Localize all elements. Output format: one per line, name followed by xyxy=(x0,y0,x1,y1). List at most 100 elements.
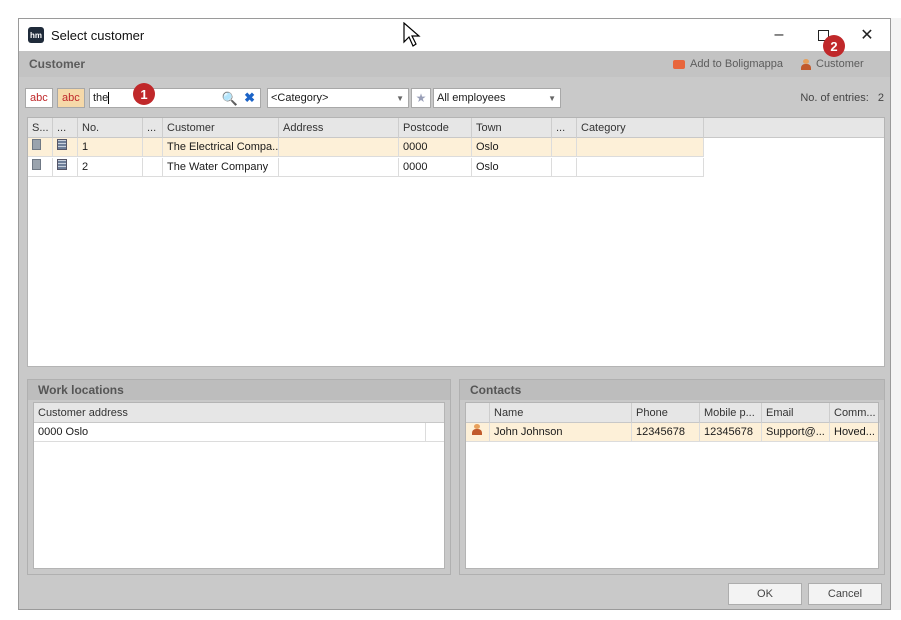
contacts-grid: Name Phone Mobile p... Email Comm... Joh… xyxy=(465,402,880,569)
category-select[interactable]: <Category> ▼ xyxy=(267,88,409,108)
minimize-button[interactable]: – xyxy=(757,19,801,51)
entries-value: 2 xyxy=(877,92,884,104)
abc-label: abc xyxy=(30,92,48,104)
status-cell xyxy=(28,158,53,177)
table-row[interactable]: 1 The Electrical Compa... 0000 Oslo xyxy=(28,138,704,157)
contacts-panel: Contacts Name Phone Mobile p... Email Co… xyxy=(459,379,885,575)
work-locations-grid: Customer address 0000 Oslo xyxy=(33,402,445,569)
type-cell xyxy=(53,138,78,157)
title-bar: hm Select customer – ✕ xyxy=(19,19,890,51)
search-mode-start-button[interactable]: abc xyxy=(25,88,53,108)
postcode-cell: 0000 xyxy=(399,138,472,157)
chevron-down-icon: ▼ xyxy=(396,94,404,103)
abc-label: abc xyxy=(62,92,80,104)
person-icon xyxy=(472,424,482,435)
section-title: Customer xyxy=(29,57,86,71)
chevron-down-icon: ▼ xyxy=(548,94,556,103)
search-icon[interactable]: 🔍 xyxy=(222,91,238,107)
name-cell: John Johnson xyxy=(490,423,632,442)
column-header-customer[interactable]: Customer xyxy=(163,118,279,138)
category-cell xyxy=(577,138,704,157)
document-icon xyxy=(32,139,41,150)
more-cell xyxy=(143,158,163,177)
column-header-customer-address[interactable]: Customer address xyxy=(34,403,444,423)
employees-select-value: All employees xyxy=(437,92,506,104)
customer-cell: The Electrical Compa... xyxy=(163,138,279,157)
work-locations-panel: Work locations Customer address 0000 Osl… xyxy=(27,379,451,575)
ok-button[interactable]: OK xyxy=(728,583,802,605)
column-header-mobile[interactable]: Mobile p... xyxy=(700,403,762,423)
postcode-cell: 0000 xyxy=(399,158,472,177)
customer-header: Customer Add to Boligmappa Customer xyxy=(19,51,890,77)
column-header-address[interactable]: Address xyxy=(279,118,399,138)
close-button[interactable]: ✕ xyxy=(845,19,889,51)
more-cell xyxy=(552,158,577,177)
more-cell xyxy=(143,138,163,157)
annotation-badge-2: 2 xyxy=(823,35,845,57)
folder-icon xyxy=(673,59,685,69)
add-to-boligmappa-button[interactable]: Add to Boligmappa xyxy=(673,58,783,70)
mobile-cell: 12345678 xyxy=(700,423,762,442)
favorite-button[interactable]: ★ xyxy=(411,88,431,108)
customer-address-cell: 0000 Oslo xyxy=(34,423,426,442)
entries-label: No. of entries: xyxy=(800,92,869,104)
column-header-status[interactable]: S... xyxy=(28,118,53,138)
mouse-cursor-icon xyxy=(403,22,421,47)
comment-cell: Hoved... xyxy=(830,423,880,442)
category-select-value: <Category> xyxy=(271,92,329,104)
app-logo-icon: hm xyxy=(28,27,44,43)
town-cell: Oslo xyxy=(472,158,552,177)
town-cell: Oslo xyxy=(472,138,552,157)
select-customer-dialog: hm Select customer – ✕ Customer Add to B… xyxy=(18,18,891,610)
cancel-button[interactable]: Cancel xyxy=(808,583,882,605)
grid-header: Name Phone Mobile p... Email Comm... xyxy=(466,403,880,423)
column-header-icon[interactable] xyxy=(466,403,490,423)
table-row[interactable]: 0000 Oslo xyxy=(34,423,444,442)
no-cell: 1 xyxy=(78,138,143,157)
more-cell xyxy=(552,138,577,157)
building-icon xyxy=(57,159,67,170)
employees-select[interactable]: All employees ▼ xyxy=(433,88,561,108)
background-edge xyxy=(891,18,901,610)
annotation-badge-1: 1 xyxy=(133,83,155,105)
document-icon xyxy=(32,159,41,170)
customer-cell: The Water Company xyxy=(163,158,279,177)
column-header-email[interactable]: Email xyxy=(762,403,830,423)
email-cell: Support@... xyxy=(762,423,830,442)
category-cell xyxy=(577,158,704,177)
search-input[interactable]: the 🔍 ✖ xyxy=(89,88,261,108)
column-header-more[interactable]: ... xyxy=(552,118,577,138)
building-icon xyxy=(57,139,67,150)
table-row[interactable]: 2 The Water Company 0000 Oslo xyxy=(28,158,704,177)
customer-button[interactable]: Customer xyxy=(801,58,864,70)
clear-icon[interactable]: ✖ xyxy=(244,90,255,106)
person-icon xyxy=(801,58,811,70)
address-cell xyxy=(279,138,399,157)
column-header-town[interactable]: Town xyxy=(472,118,552,138)
column-header-no[interactable]: No. xyxy=(78,118,143,138)
address-cell xyxy=(279,158,399,177)
column-header-name[interactable]: Name xyxy=(490,403,632,423)
add-to-boligmappa-label: Add to Boligmappa xyxy=(690,58,783,70)
search-mode-contains-button[interactable]: abc xyxy=(57,88,85,108)
text-cursor xyxy=(108,92,110,104)
column-header-comment[interactable]: Comm... xyxy=(830,403,880,423)
table-row[interactable]: John Johnson 12345678 12345678 Support@.… xyxy=(466,423,880,442)
customer-grid: S... ... No. ... Customer Address Postco… xyxy=(27,117,885,367)
column-header-more[interactable]: ... xyxy=(143,118,163,138)
contacts-title: Contacts xyxy=(460,380,884,400)
search-input-value: the xyxy=(93,92,109,104)
star-icon: ★ xyxy=(415,91,427,105)
icon-cell xyxy=(466,423,490,442)
work-locations-title: Work locations xyxy=(28,380,450,400)
column-header-phone[interactable]: Phone xyxy=(632,403,700,423)
column-header-postcode[interactable]: Postcode xyxy=(399,118,472,138)
status-cell xyxy=(28,138,53,157)
no-cell: 2 xyxy=(78,158,143,177)
column-header-category[interactable]: Category xyxy=(577,118,704,138)
window-title: Select customer xyxy=(51,27,145,43)
column-header-type[interactable]: ... xyxy=(53,118,78,138)
phone-cell: 12345678 xyxy=(632,423,700,442)
grid-header: S... ... No. ... Customer Address Postco… xyxy=(28,118,884,138)
entries-count: No. of entries: 2 xyxy=(800,92,884,104)
